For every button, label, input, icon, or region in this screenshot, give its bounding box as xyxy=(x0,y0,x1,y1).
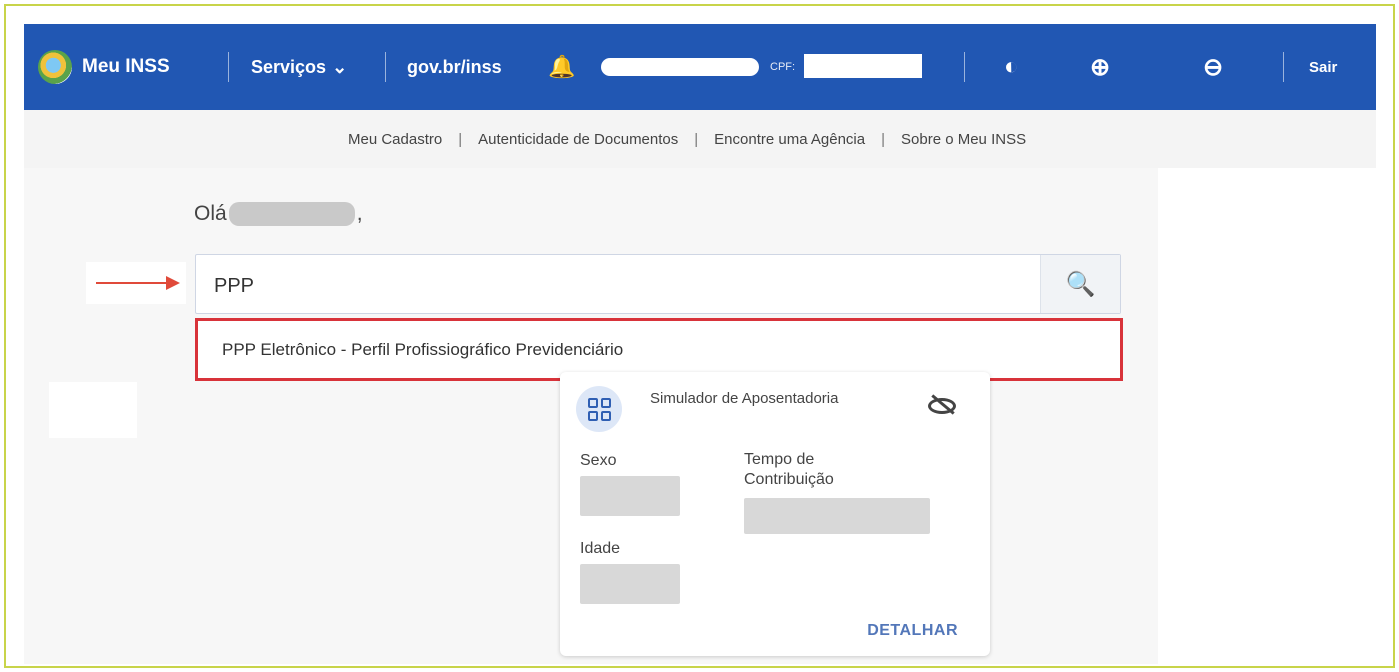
inss-logo-icon xyxy=(38,50,72,84)
zoom-in-icon[interactable]: ⊕ xyxy=(1090,24,1110,110)
nav-autenticidade-documentos[interactable]: Autenticidade de Documentos xyxy=(478,131,678,148)
apps-grid-icon xyxy=(576,386,622,432)
top-navigation-bar: Meu INSS Serviços ⌄ gov.br/inss 🔔 CPF: ◐… xyxy=(24,24,1376,110)
idade-value-placeholder xyxy=(580,564,680,604)
card-title: Simulador de Aposentadoria xyxy=(650,390,839,407)
secondary-navigation: Meu Cadastro | Autenticidade de Document… xyxy=(24,110,1376,168)
logout-button[interactable]: Sair xyxy=(1309,24,1337,110)
greeting: Olá , xyxy=(194,202,363,226)
search-icon: 🔍 xyxy=(1065,270,1096,298)
nav-meu-cadastro[interactable]: Meu Cadastro xyxy=(348,131,442,148)
nav-separator: | xyxy=(881,130,886,148)
chevron-down-icon: ⌄ xyxy=(332,56,348,77)
greeting-prefix: Olá xyxy=(194,202,227,225)
nav-encontre-agencia[interactable]: Encontre uma Agência xyxy=(714,131,865,148)
govbr-inss-link[interactable]: gov.br/inss xyxy=(407,24,502,110)
logo-text: Meu INSS xyxy=(82,56,170,77)
servicos-label: Serviços xyxy=(251,56,327,77)
nav-separator: | xyxy=(458,130,463,148)
right-panel xyxy=(1158,168,1376,664)
eye-off-icon[interactable] xyxy=(926,390,958,420)
left-blank-tile xyxy=(49,382,137,438)
tempo-contribuicao-label: Tempo de Contribuição xyxy=(744,451,834,488)
simulador-aposentadoria-card: Simulador de Aposentadoria Sexo Tempo de… xyxy=(560,372,990,656)
suggestion-label: PPP Eletrônico - Perfil Profissiográfico… xyxy=(222,339,624,359)
service-search-box: 🔍 xyxy=(195,254,1121,314)
search-input[interactable] xyxy=(214,271,1034,301)
header-divider xyxy=(964,52,965,82)
idade-label: Idade xyxy=(580,540,621,557)
nav-separator: | xyxy=(694,130,699,148)
redacted-cpf xyxy=(804,54,922,78)
tempo-value-placeholder xyxy=(744,498,930,534)
annotation-arrow-line xyxy=(96,282,168,284)
cpf-label: CPF: xyxy=(770,61,796,73)
header-divider xyxy=(385,52,386,82)
contrast-icon[interactable]: ◐ xyxy=(1004,24,1019,110)
meu-inss-logo-link[interactable]: Meu INSS xyxy=(38,24,170,110)
zoom-out-icon[interactable]: ⊖ xyxy=(1203,24,1223,110)
redacted-user-name xyxy=(601,58,759,76)
header-divider xyxy=(228,52,229,82)
servicos-menu[interactable]: Serviços ⌄ xyxy=(251,24,347,110)
nav-sobre-meu-inss[interactable]: Sobre o Meu INSS xyxy=(901,131,1026,148)
greeting-suffix: , xyxy=(356,202,363,225)
redacted-first-name xyxy=(228,202,355,226)
sexo-label: Sexo xyxy=(580,452,617,469)
arrow-right-icon xyxy=(166,276,180,290)
detalhar-link[interactable]: DETALHAR xyxy=(867,622,958,640)
notification-bell-icon[interactable]: 🔔 xyxy=(548,24,575,110)
header-divider xyxy=(1283,52,1284,82)
search-button[interactable]: 🔍 xyxy=(1040,255,1120,313)
sexo-value-placeholder xyxy=(580,476,680,516)
